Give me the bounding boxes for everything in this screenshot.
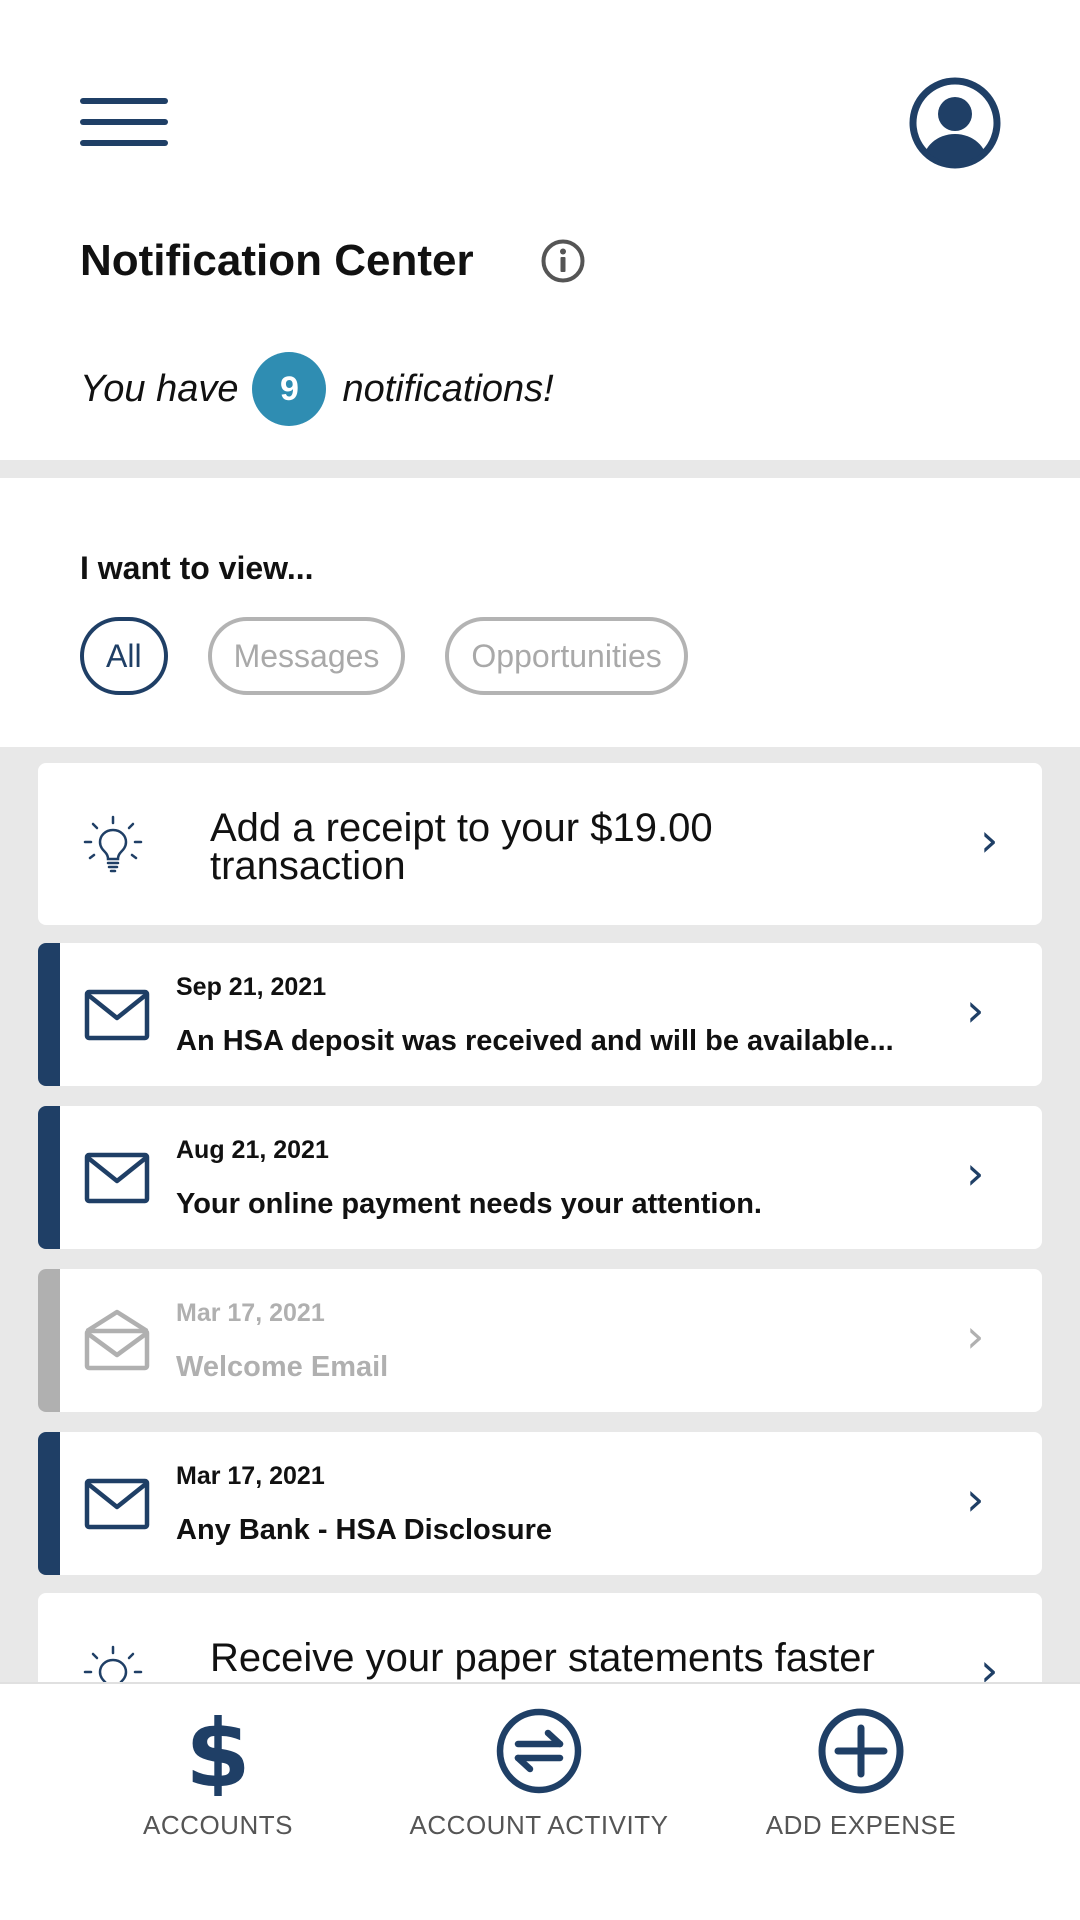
transfer-arrows-icon: [496, 1708, 582, 1794]
chevron-right-icon: ›: [966, 1472, 985, 1526]
message-date: Aug 21, 2021: [176, 1136, 329, 1164]
notification-center-screen: Notification Center You have 9 notificat…: [0, 0, 1080, 1920]
svg-text:$: $: [185, 1706, 250, 1796]
unread-indicator: [38, 1106, 60, 1249]
message-subject: An HSA deposit was received and will be …: [176, 1025, 894, 1057]
info-icon[interactable]: [540, 238, 586, 284]
envelope-icon: [84, 1478, 150, 1535]
filter-chip-messages[interactable]: Messages: [207, 617, 406, 695]
chevron-right-icon: ›: [966, 1309, 985, 1363]
nav-add-expense[interactable]: ADD EXPENSE: [711, 1706, 1011, 1841]
opportunity-text: Receive your paper statements faster: [210, 1636, 875, 1680]
plus-circle-icon: [818, 1708, 904, 1794]
user-avatar-icon[interactable]: [908, 76, 1002, 170]
bottom-navigation: $ ACCOUNTS ACCOUNT ACTIVITY ADD EXPENSE: [0, 1682, 1080, 1920]
opportunity-card-receipt[interactable]: Add a receipt to your $19.00 transaction…: [38, 763, 1042, 925]
page-title: Notification Center: [80, 236, 474, 285]
filter-chips: All Messages Opportunities: [80, 617, 728, 695]
read-indicator: [38, 1269, 60, 1412]
message-subject: Welcome Email: [176, 1351, 389, 1383]
unread-indicator: [38, 943, 60, 1086]
filter-chip-all[interactable]: All: [80, 617, 168, 695]
chevron-right-icon: ›: [980, 813, 999, 867]
message-card-welcome-email[interactable]: Mar 17, 2021 Welcome Email ›: [38, 1269, 1042, 1412]
message-card-hsa-deposit[interactable]: Sep 21, 2021 An HSA deposit was received…: [38, 943, 1042, 1086]
message-date: Sep 21, 2021: [176, 973, 327, 1001]
unread-indicator: [38, 1432, 60, 1575]
message-date: Mar 17, 2021: [176, 1299, 325, 1327]
filter-chip-opportunities[interactable]: Opportunities: [445, 617, 688, 695]
chevron-right-icon: ›: [966, 1146, 985, 1200]
envelope-icon: [84, 989, 150, 1046]
nav-accounts[interactable]: $ ACCOUNTS: [68, 1706, 368, 1841]
dollar-icon: $: [185, 1706, 250, 1796]
message-card-online-payment[interactable]: Aug 21, 2021 Your online payment needs y…: [38, 1106, 1042, 1249]
envelope-icon: [84, 1152, 150, 1209]
section-divider: [0, 460, 1080, 478]
chevron-right-icon: ›: [966, 983, 985, 1037]
message-date: Mar 17, 2021: [176, 1462, 325, 1490]
notification-count-line: You have 9 notifications!: [80, 352, 554, 426]
nav-account-activity[interactable]: ACCOUNT ACTIVITY: [389, 1706, 689, 1841]
lightbulb-icon: [80, 813, 146, 884]
count-prefix: You have: [80, 367, 239, 410]
nav-label: ACCOUNT ACTIVITY: [409, 1810, 669, 1840]
top-bar: [0, 0, 1080, 230]
message-subject: Any Bank - HSA Disclosure: [176, 1514, 553, 1546]
nav-label: ADD EXPENSE: [765, 1810, 957, 1840]
message-card-hsa-disclosure[interactable]: Mar 17, 2021 Any Bank - HSA Disclosure ›: [38, 1432, 1042, 1575]
envelope-open-icon: [84, 1309, 150, 1376]
nav-label: ACCOUNTS: [143, 1810, 293, 1840]
message-subject: Your online payment needs your attention…: [176, 1188, 762, 1220]
count-suffix: notifications!: [342, 367, 554, 410]
notification-count-badge: 9: [252, 352, 327, 426]
filter-label: I want to view...: [80, 550, 314, 586]
opportunity-text: Add a receipt to your $19.00 transaction: [210, 806, 713, 888]
hamburger-menu-icon[interactable]: [80, 98, 168, 146]
